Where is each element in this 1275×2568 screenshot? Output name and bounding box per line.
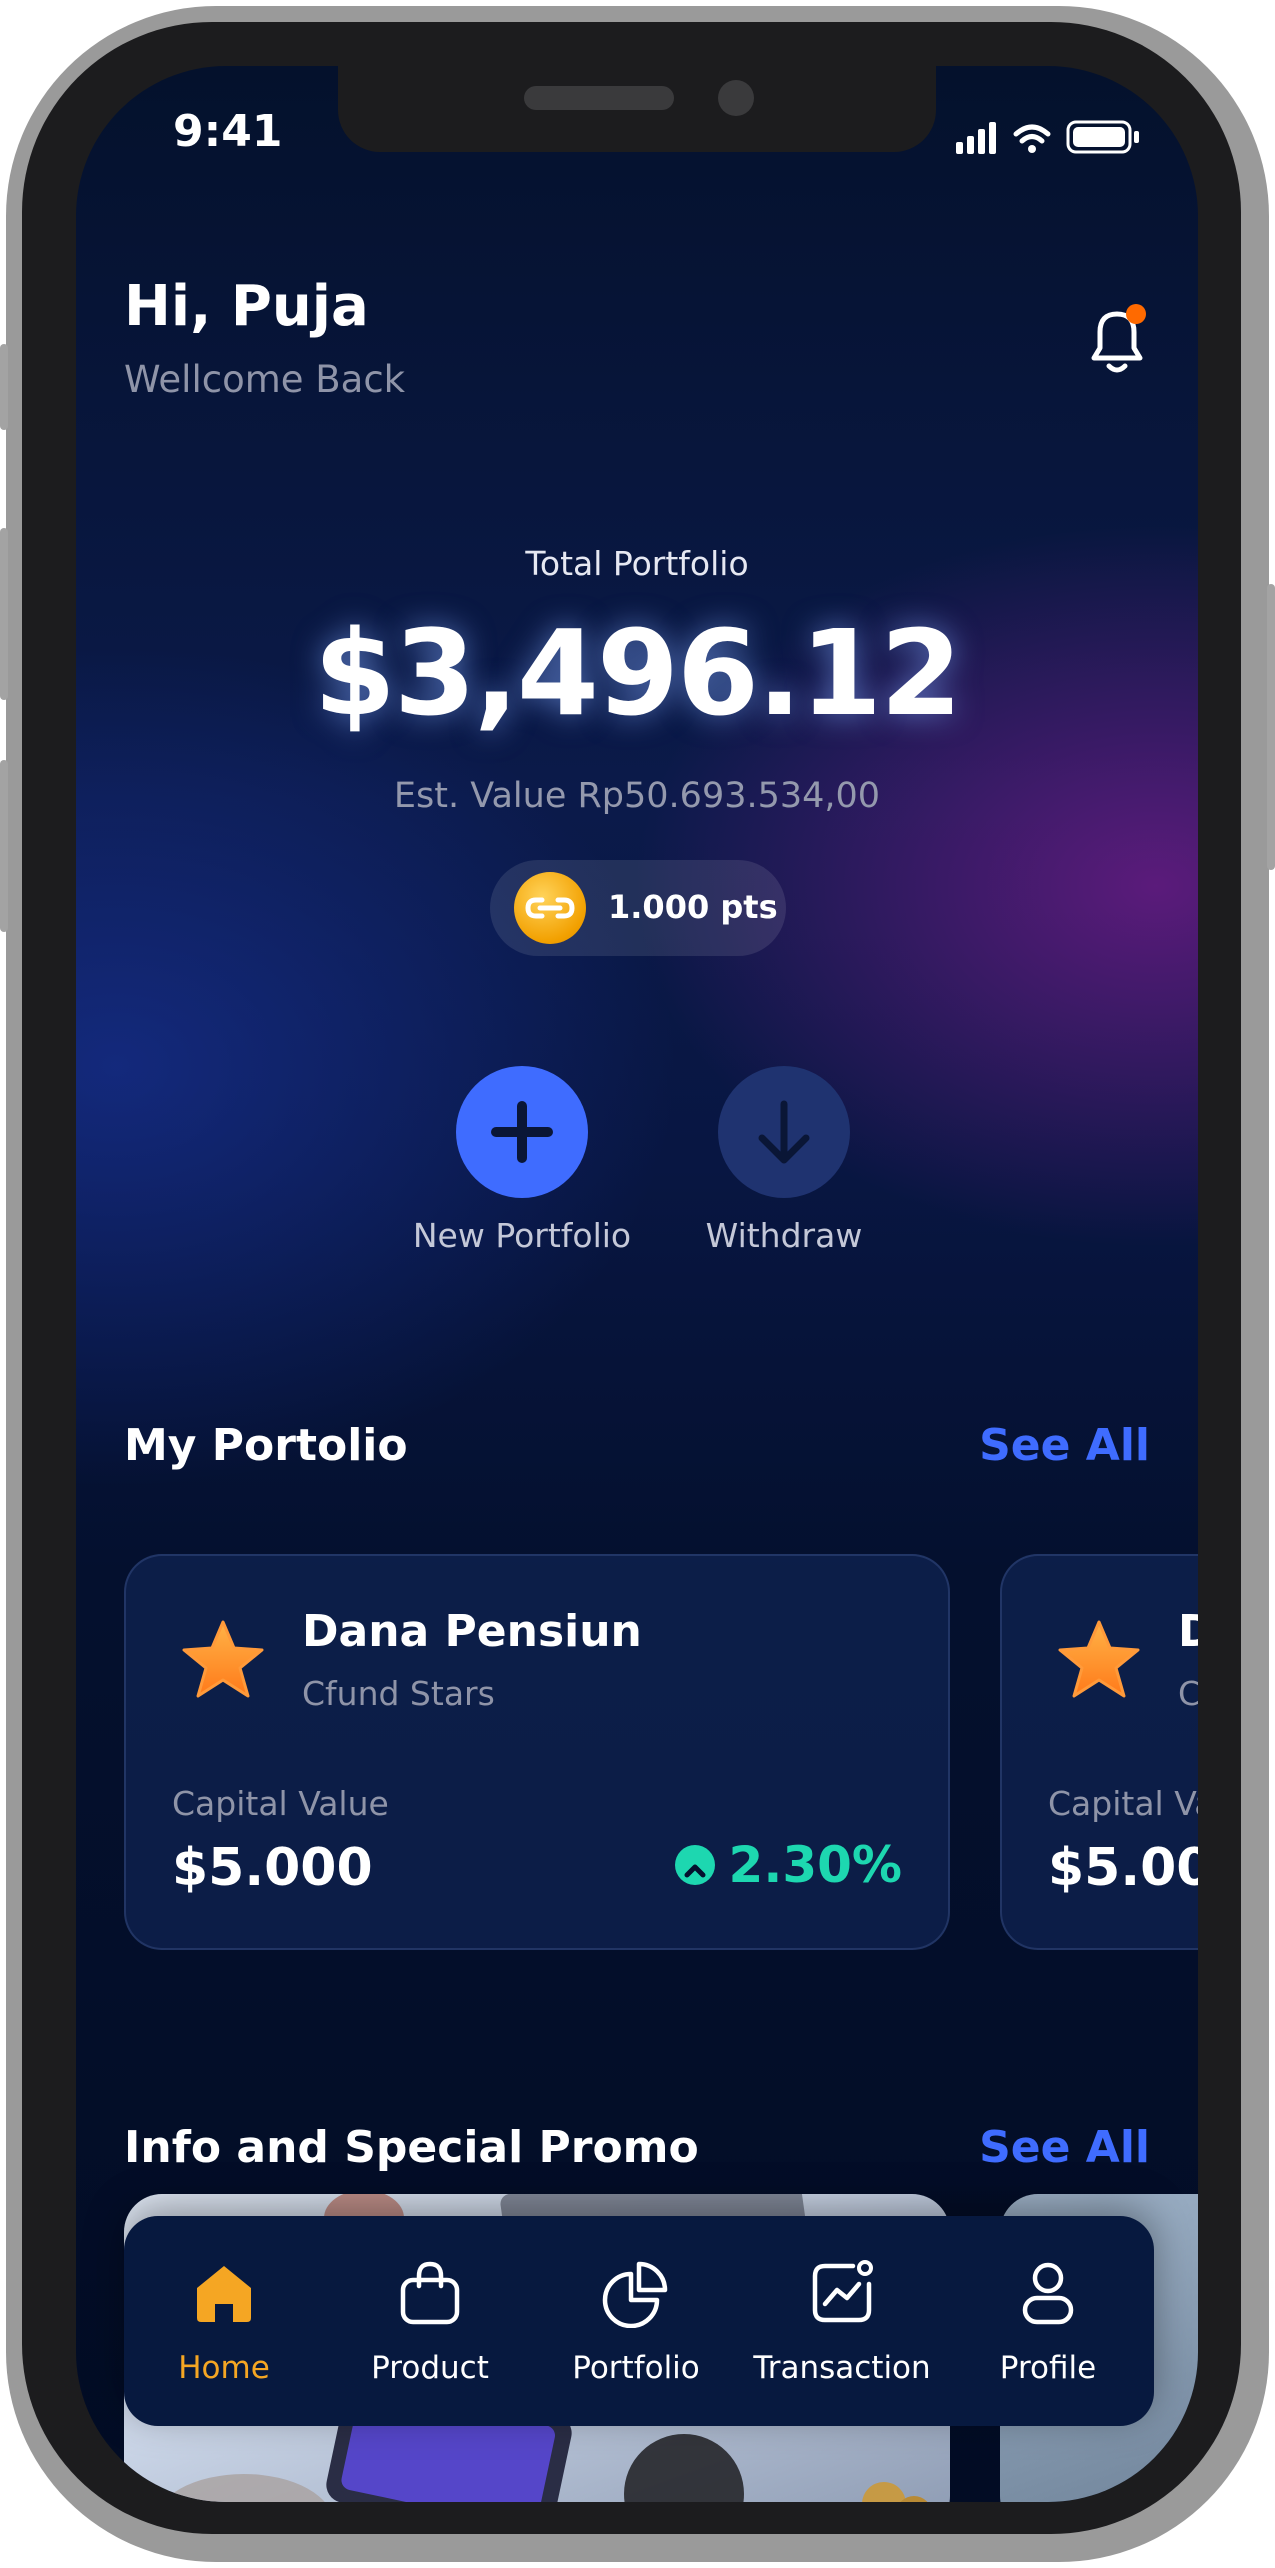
signal-icon [956,122,996,154]
speaker [524,86,674,110]
portfolio-name: Dana Pensiun [302,1606,642,1657]
portfolio-name: Dana Pensiun [1178,1606,1198,1657]
nav-label-transaction: Transaction [753,2350,931,2386]
capital-value: $5.000 [1048,1838,1198,1898]
portfolio-card[interactable]: Dana Pensiun Cfund Stars Capital Value $… [1000,1554,1198,1950]
nav-label-product: Product [371,2350,489,2386]
new-portfolio-label: New Portfolio [412,1216,632,1255]
greeting-subtitle: Wellcome Back [124,358,406,401]
nav-item-profile[interactable]: Profile [948,2258,1148,2386]
wifi-icon [1013,124,1051,144]
trend-chart-icon [812,2260,873,2323]
bell-icon[interactable] [1082,302,1152,382]
portfolio-subtitle: Cfund Stars [1178,1674,1198,1713]
bottom-navigation: Home Product Portfolio Transaction Profi… [124,2216,1154,2426]
portfolio-subtitle: Cfund Stars [302,1674,495,1713]
camera [718,80,754,116]
nav-item-home[interactable]: Home [124,2258,324,2386]
promo-see-all-link[interactable]: See All [979,2122,1150,2173]
nav-item-portfolio[interactable]: Portfolio [536,2258,736,2386]
nav-label-profile: Profile [999,2350,1097,2386]
capital-value-label: Capital Value [1048,1784,1198,1823]
nav-label-portfolio: Portfolio [572,2350,700,2386]
estimated-value: Est. Value Rp50.693.534,00 [393,776,881,816]
withdraw-label: Withdraw [705,1216,863,1255]
star-icon [1058,1620,1140,1698]
greeting-title: Hi, Puja [124,274,369,339]
growth-value: 2.30% [728,1836,902,1894]
bag-icon [400,2261,460,2325]
phone-side-button [1267,584,1275,870]
portfolio-card[interactable]: Dana Pensiun Cfund Stars Capital Value $… [124,1554,950,1950]
arrow-down-icon [718,1066,850,1198]
promo-title: Info and Special Promo [124,2122,699,2173]
phone-side-button [0,344,8,430]
points-value: 1.000 pts [608,888,778,926]
arrow-up-circle-icon [674,1845,715,1885]
battery-icon [1066,120,1139,154]
notification-dot [1126,304,1146,324]
nav-item-product[interactable]: Product [330,2258,530,2386]
user-icon [1022,2262,1074,2325]
points-badge[interactable]: 1.000 pts [490,860,786,956]
home-icon [197,2266,251,2322]
star-icon [182,1620,264,1698]
total-portfolio-label: Total Portfolio [525,544,749,583]
new-portfolio-button[interactable]: New Portfolio [392,1066,652,1255]
plus-icon [456,1066,588,1198]
withdraw-button[interactable]: Withdraw [654,1066,914,1255]
total-portfolio-value: $3,496.12 [313,604,962,742]
capital-value: $5.000 [172,1838,373,1898]
capital-value-label: Capital Value [172,1784,389,1823]
nav-item-transaction[interactable]: Transaction [742,2258,942,2386]
wifi-dot [1028,145,1036,153]
app-screen: 9:41 Hi, Puja Wellcome Back Total Portfo… [76,66,1198,2502]
phone-side-button [0,760,8,932]
status-icons [956,120,1139,154]
status-time: 9:41 [173,106,283,157]
growth-indicator: 2.30% [674,1836,902,1894]
my-portfolio-see-all-link[interactable]: See All [979,1420,1150,1471]
notch [338,66,936,152]
pie-chart-icon [602,2261,668,2329]
coin-icon [514,872,586,944]
my-portfolio-title: My Portolio [124,1420,408,1471]
nav-label-home: Home [178,2350,270,2386]
phone-side-button [0,528,8,700]
